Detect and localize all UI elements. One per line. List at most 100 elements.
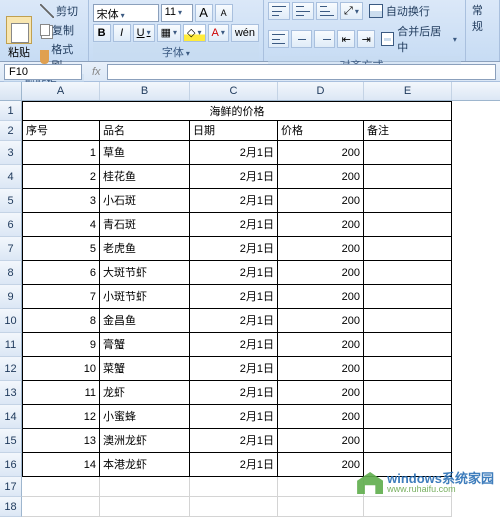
cell[interactable]: 2月1日: [190, 213, 278, 237]
cell[interactable]: 200: [278, 189, 364, 213]
cell[interactable]: 小蜜蜂: [100, 405, 190, 429]
cell[interactable]: 价格: [278, 121, 364, 141]
row-header[interactable]: 8: [0, 261, 22, 285]
cell[interactable]: 200: [278, 141, 364, 165]
font-family-select[interactable]: 宋体: [93, 4, 159, 22]
cell[interactable]: 膏蟹: [100, 333, 190, 357]
cell[interactable]: [364, 381, 452, 405]
cell[interactable]: 澳洲龙虾: [100, 429, 190, 453]
cell[interactable]: 5: [22, 237, 100, 261]
cell[interactable]: [278, 477, 364, 497]
cell[interactable]: 11: [22, 381, 100, 405]
paste-button[interactable]: 粘贴: [4, 14, 34, 62]
increase-font-button[interactable]: A: [195, 4, 213, 22]
cell[interactable]: 6: [22, 261, 100, 285]
cell[interactable]: [364, 285, 452, 309]
row-header[interactable]: 7: [0, 237, 22, 261]
cell[interactable]: 10: [22, 357, 100, 381]
cell[interactable]: 3: [22, 189, 100, 213]
cell[interactable]: [364, 497, 452, 517]
cell[interactable]: 日期: [190, 121, 278, 141]
font-size-select[interactable]: 11: [161, 4, 193, 22]
cell[interactable]: 12: [22, 405, 100, 429]
align-bottom-button[interactable]: [316, 2, 338, 20]
cell[interactable]: 200: [278, 453, 364, 477]
cell[interactable]: [364, 141, 452, 165]
cell[interactable]: [190, 477, 278, 497]
cell[interactable]: 200: [278, 357, 364, 381]
cell[interactable]: 200: [278, 165, 364, 189]
cell[interactable]: 本港龙虾: [100, 453, 190, 477]
cell[interactable]: [364, 213, 452, 237]
cell[interactable]: 2月1日: [190, 261, 278, 285]
cell[interactable]: 200: [278, 237, 364, 261]
cell[interactable]: 13: [22, 429, 100, 453]
col-header[interactable]: B: [100, 82, 190, 100]
cell[interactable]: 2月1日: [190, 165, 278, 189]
row-header[interactable]: 4: [0, 165, 22, 189]
cell[interactable]: 2月1日: [190, 381, 278, 405]
row-header[interactable]: 11: [0, 333, 22, 357]
underline-button[interactable]: U: [133, 24, 155, 42]
cell[interactable]: 200: [278, 405, 364, 429]
decrease-font-button[interactable]: A: [215, 4, 233, 22]
cell[interactable]: 200: [278, 309, 364, 333]
font-group-label[interactable]: 字体: [93, 43, 259, 61]
cell[interactable]: 2月1日: [190, 189, 278, 213]
cell[interactable]: 2月1日: [190, 357, 278, 381]
cell[interactable]: 200: [278, 333, 364, 357]
cell[interactable]: [364, 405, 452, 429]
row-header[interactable]: 9: [0, 285, 22, 309]
cell[interactable]: 菜蟹: [100, 357, 190, 381]
cell[interactable]: 备注: [364, 121, 452, 141]
cell[interactable]: 2月1日: [190, 405, 278, 429]
cell[interactable]: 青石斑: [100, 213, 190, 237]
formula-bar[interactable]: [107, 64, 496, 80]
cell[interactable]: [364, 333, 452, 357]
align-middle-button[interactable]: [292, 2, 314, 20]
cell[interactable]: 2月1日: [190, 309, 278, 333]
cell[interactable]: 大斑节虾: [100, 261, 190, 285]
cell[interactable]: 200: [278, 261, 364, 285]
cell[interactable]: 序号: [22, 121, 100, 141]
cell[interactable]: 9: [22, 333, 100, 357]
col-header[interactable]: E: [364, 82, 452, 100]
cut-button[interactable]: 剪切: [38, 2, 84, 20]
bold-button[interactable]: B: [93, 24, 111, 42]
cell[interactable]: [190, 497, 278, 517]
cell[interactable]: 金昌鱼: [100, 309, 190, 333]
orientation-button[interactable]: ⤢: [340, 2, 363, 20]
row-header[interactable]: 13: [0, 381, 22, 405]
cell[interactable]: [364, 261, 452, 285]
cell[interactable]: [364, 309, 452, 333]
font-color-button[interactable]: A: [208, 24, 229, 42]
cell[interactable]: [364, 237, 452, 261]
wrap-text-button[interactable]: 自动换行: [365, 2, 434, 20]
cell[interactable]: 2月1日: [190, 237, 278, 261]
cell[interactable]: [364, 357, 452, 381]
cell[interactable]: [100, 477, 190, 497]
cell[interactable]: 老虎鱼: [100, 237, 190, 261]
title-cell[interactable]: 海鲜的价格: [22, 101, 452, 121]
row-header[interactable]: 16: [0, 453, 22, 477]
row-header[interactable]: 1: [0, 101, 22, 121]
decrease-indent-button[interactable]: ⇤: [337, 30, 355, 48]
row-header[interactable]: 6: [0, 213, 22, 237]
cell[interactable]: [278, 497, 364, 517]
merge-center-button[interactable]: 合并后居中: [377, 22, 461, 56]
col-header[interactable]: A: [22, 82, 100, 100]
align-left-button[interactable]: [268, 30, 289, 48]
cell[interactable]: 1: [22, 141, 100, 165]
select-all-corner[interactable]: [0, 82, 22, 100]
align-top-button[interactable]: [268, 2, 290, 20]
cell[interactable]: 4: [22, 213, 100, 237]
cell[interactable]: 桂花鱼: [100, 165, 190, 189]
col-header[interactable]: C: [190, 82, 278, 100]
cell[interactable]: 2: [22, 165, 100, 189]
cell[interactable]: 14: [22, 453, 100, 477]
cell[interactable]: 小斑节虾: [100, 285, 190, 309]
name-box[interactable]: F10: [4, 64, 82, 80]
row-header[interactable]: 10: [0, 309, 22, 333]
align-center-button[interactable]: [291, 30, 312, 48]
border-button[interactable]: ▦: [157, 24, 181, 42]
